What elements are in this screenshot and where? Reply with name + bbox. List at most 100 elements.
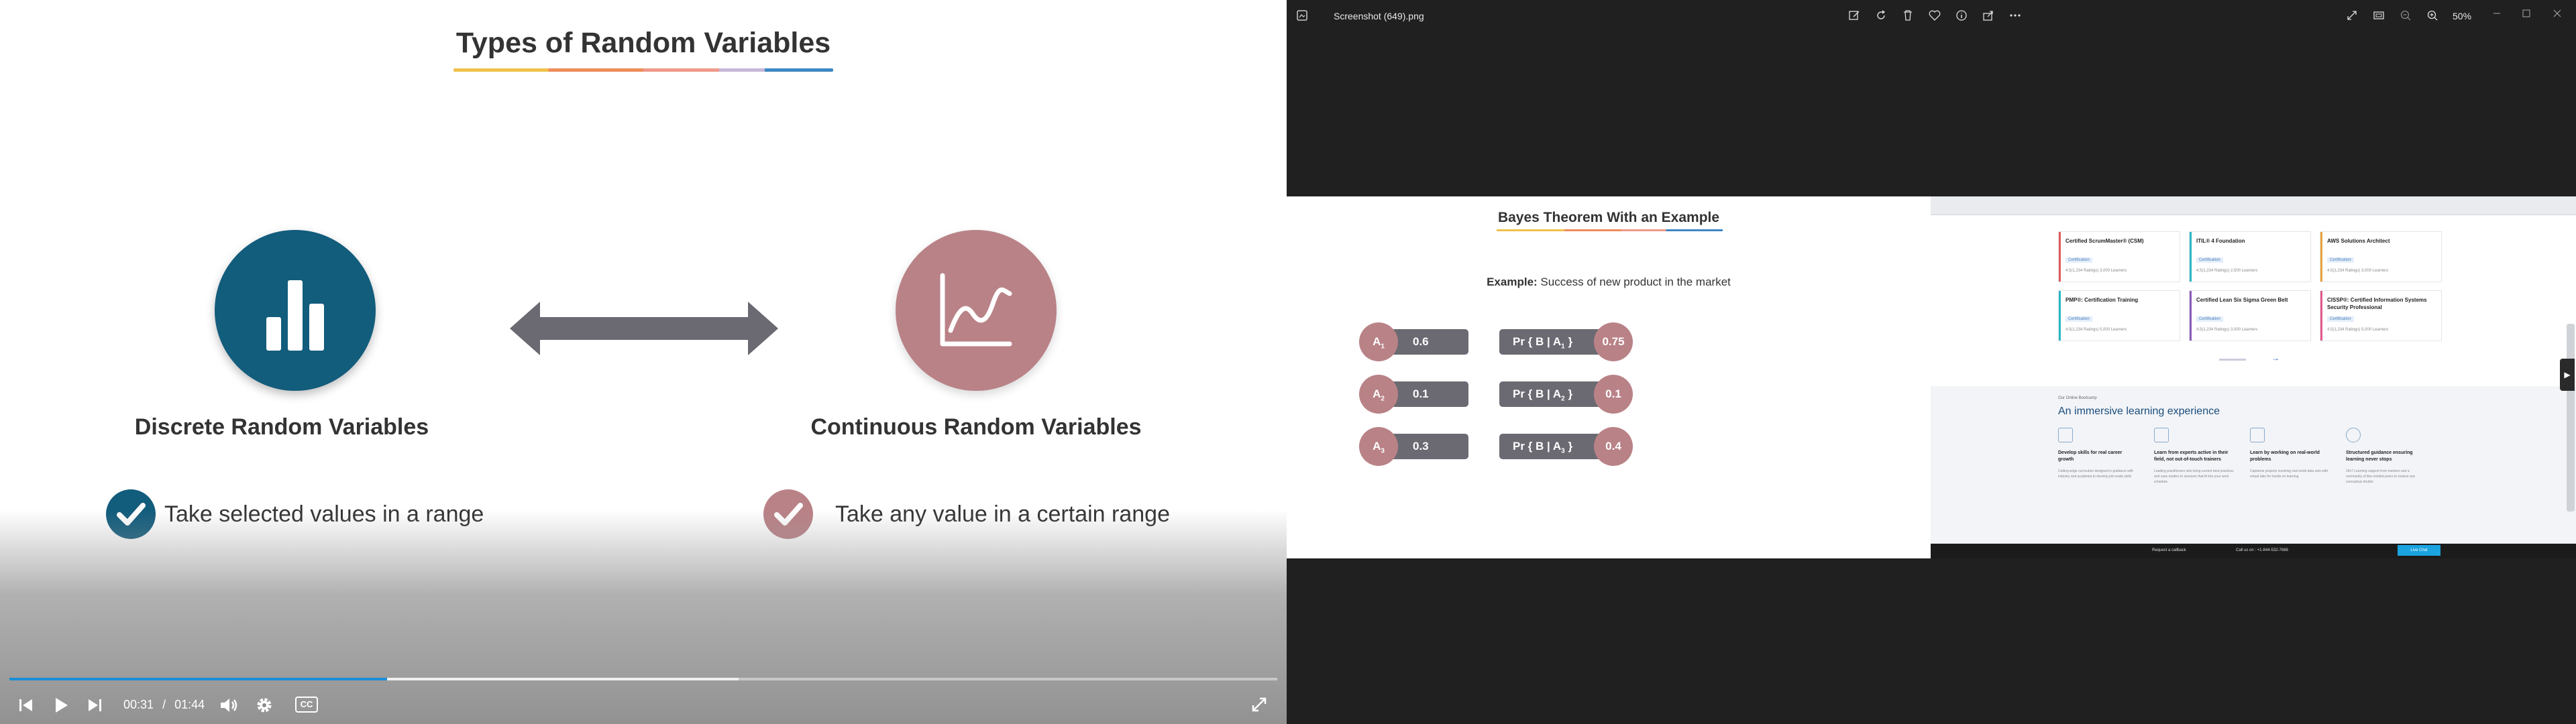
share-icon[interactable]	[1982, 9, 1995, 22]
pr-value-badge: 0.1	[1594, 375, 1633, 414]
discrete-heading: Discrete Random Variables	[134, 414, 429, 440]
carousel-next-arrow[interactable]: →	[2271, 353, 2279, 363]
card-accent	[2059, 232, 2061, 282]
more-icon[interactable]	[2008, 9, 2022, 22]
a-value: 0.6	[1413, 335, 1429, 348]
video-player: Types of Random Variables Discrete Rando…	[0, 0, 1287, 724]
course-meta: 4.5(1,234 Ratings) 3,000 Learners	[2196, 328, 2258, 332]
edit-icon[interactable]	[1847, 9, 1861, 22]
minimize-icon[interactable]	[2491, 8, 2502, 19]
slide-title: Types of Random Variables	[455, 27, 831, 59]
course-title: CISSP®: Certified Information Systems Se…	[2327, 297, 2427, 310]
closed-captions-button[interactable]: CC	[295, 697, 318, 713]
course-card: CISSP®: Certified Information Systems Se…	[2320, 290, 2442, 341]
pr-label: Pr { B | A2 }	[1513, 387, 1573, 403]
course-title: Certified Lean Six Sigma Green Belt	[2196, 297, 2288, 303]
course-meta: 4.5(1,234 Ratings) 2,500 Learners	[2196, 269, 2258, 273]
settings-gear-icon[interactable]	[255, 696, 274, 715]
play-icon[interactable]	[52, 696, 70, 715]
feature-desc: Cutting-edge curriculum designed in guid…	[2058, 469, 2134, 479]
course-card: ITIL® 4 Foundation Certification 4.5(1,2…	[2189, 231, 2311, 282]
course-title: AWS Solutions Architect	[2327, 238, 2390, 244]
displayed-image: Bayes Theorem With an Example Example: S…	[1287, 196, 2576, 558]
feature-desc: Leading practitioners who bring current …	[2154, 469, 2234, 484]
carousel-dots[interactable]	[2219, 359, 2246, 361]
photos-app-icon	[1297, 10, 1307, 21]
controls-gradient	[0, 509, 1287, 724]
course-card: Certified Lean Six Sigma Green Belt Cert…	[2189, 290, 2311, 341]
course-meta: 4.5(1,234 Ratings) 3,000 Learners	[2327, 269, 2389, 273]
current-time: 00:31	[123, 698, 154, 711]
discrete-circle	[215, 230, 376, 391]
feature-title: Learn by working on real-world problems	[2250, 450, 2320, 462]
footer-callback[interactable]: Request a callback	[2152, 548, 2186, 552]
double-arrow-icon	[510, 302, 778, 355]
a-badge: A1	[1359, 322, 1398, 361]
feature-title: Develop skills for real career growth	[2058, 450, 2123, 462]
zoom-level[interactable]: 50%	[2453, 11, 2471, 21]
line-chart-icon	[940, 273, 1012, 347]
course-card: PMP®: Certification Training Certificati…	[2058, 290, 2180, 341]
close-icon[interactable]	[2552, 8, 2563, 19]
section-kicker: Our Online Bootcamp	[2058, 396, 2097, 400]
mini-example: Example: Success of new product in the m…	[1287, 276, 1931, 289]
rotate-icon[interactable]	[1874, 9, 1888, 22]
mini-website: Certified ScrumMaster® (CSM) Certificati…	[1931, 196, 2576, 558]
pr-pill: Pr { B | A1 }	[1499, 329, 1607, 355]
next-icon[interactable]	[86, 697, 103, 713]
a-badge: A2	[1359, 375, 1398, 414]
browser-bar	[1931, 196, 2576, 215]
feature-title: Learn from experts active in their field…	[2154, 450, 2229, 462]
previous-icon[interactable]	[17, 697, 35, 713]
course-title: ITIL® 4 Foundation	[2196, 238, 2245, 244]
footer-cta[interactable]: Live Chat	[2398, 545, 2440, 556]
section-title: An immersive learning experience	[2058, 406, 2220, 417]
experts-icon	[2154, 428, 2169, 442]
photo-viewer-window: Screenshot (649).png 50% Bayes Theorem W…	[1287, 0, 2576, 724]
a-value: 0.1	[1413, 387, 1429, 400]
course-tag: Certification	[2327, 257, 2354, 263]
site-scrollbar[interactable]	[2567, 324, 2575, 511]
example-text: Success of new product in the market	[1537, 276, 1731, 288]
continuous-heading: Continuous Random Variables	[810, 414, 1142, 440]
course-card: Certified ScrumMaster® (CSM) Certificati…	[2058, 231, 2180, 282]
fullscreen-icon[interactable]	[1250, 696, 1268, 713]
info-icon[interactable]	[1955, 9, 1968, 22]
side-tab-arrow[interactable]: ▶	[2560, 359, 2575, 391]
a-sub: 2	[1381, 395, 1385, 403]
continuous-circle	[896, 230, 1057, 391]
course-title: PMP®: Certification Training	[2065, 297, 2139, 303]
favorite-icon[interactable]	[1928, 9, 1941, 22]
duration: 01:44	[174, 698, 205, 711]
card-accent	[2320, 232, 2322, 282]
course-meta: 4.5(1,234 Ratings) 5,000 Learners	[2065, 328, 2127, 332]
slideshow-icon[interactable]	[2372, 9, 2385, 22]
progress-fill[interactable]	[9, 678, 387, 680]
a-sub: 1	[1381, 343, 1385, 351]
pr-label: Pr { B | A3 }	[1513, 440, 1573, 455]
a-sub: 3	[1381, 447, 1385, 455]
pr-value-badge: 0.75	[1594, 322, 1633, 361]
skills-icon	[2058, 428, 2073, 442]
time-separator: /	[162, 698, 166, 711]
course-tag: Certification	[2196, 316, 2223, 322]
volume-icon[interactable]	[219, 697, 239, 714]
footer-call[interactable]: Call us on : +1-844-532-7688	[2236, 548, 2288, 552]
maximize-icon[interactable]	[2521, 8, 2532, 19]
course-tag: Certification	[2065, 257, 2092, 263]
a-label: A	[1373, 387, 1381, 400]
pr-pill: Pr { B | A3 }	[1499, 434, 1607, 459]
card-accent	[2320, 291, 2322, 341]
delete-icon[interactable]	[1901, 9, 1915, 22]
a-badge: A3	[1359, 427, 1398, 466]
zoom-in-icon[interactable]	[2426, 9, 2439, 22]
zoom-out-icon[interactable]	[2399, 9, 2412, 22]
feature-title: Structured guidance ensuring learning ne…	[2346, 450, 2413, 462]
course-meta: 4.5(1,234 Ratings) 5,000 Learners	[2327, 328, 2389, 332]
course-meta: 4.5(1,234 Ratings) 3,000 Learners	[2065, 269, 2127, 273]
course-card: AWS Solutions Architect Certification 4.…	[2320, 231, 2442, 282]
time-display: 00:31 / 01:44	[123, 698, 205, 712]
fullscreen-icon[interactable]	[2345, 9, 2359, 22]
mini-slide-title: Bayes Theorem With an Example	[1497, 210, 1720, 225]
card-accent	[2059, 291, 2061, 341]
